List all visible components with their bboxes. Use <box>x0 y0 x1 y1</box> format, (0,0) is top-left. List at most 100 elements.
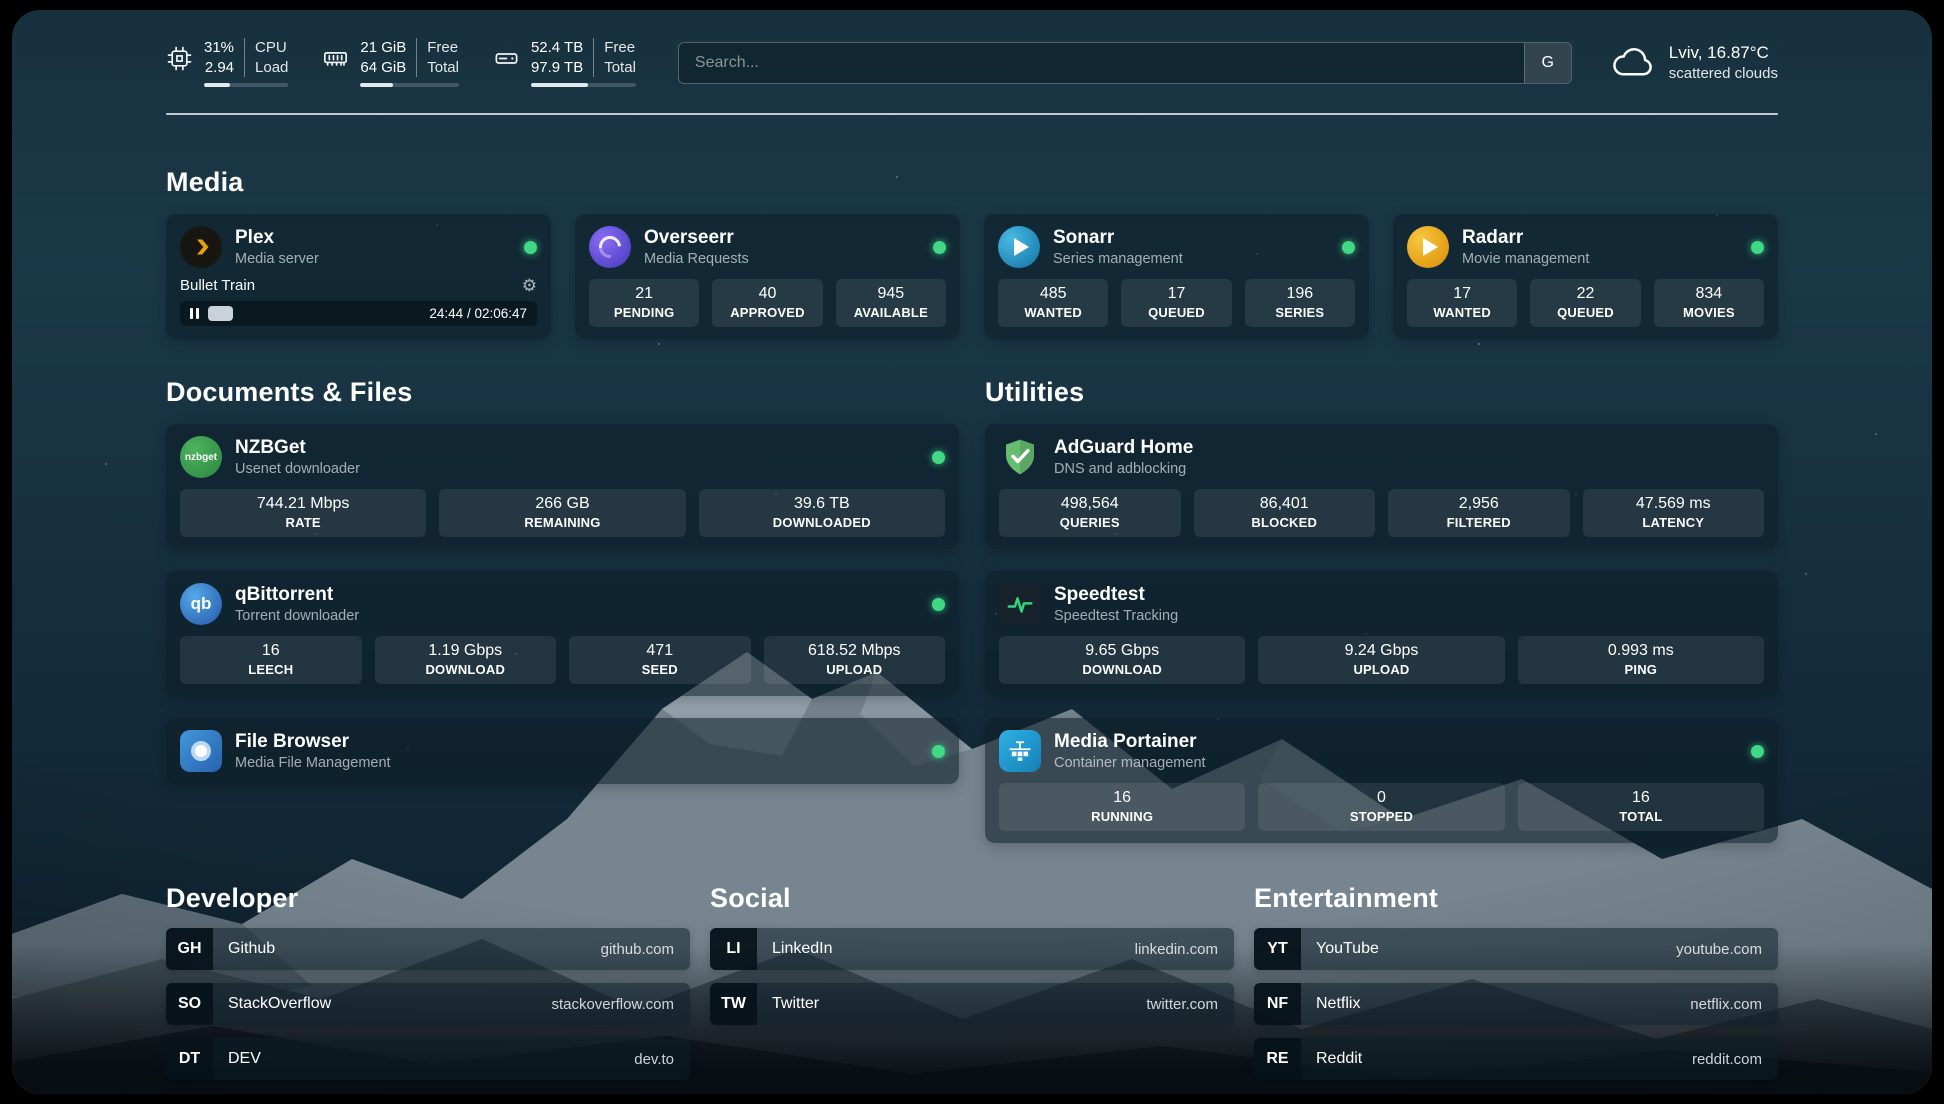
stat-label: QUEUED <box>1125 305 1227 320</box>
bookmark-name: StackOverflow <box>228 995 331 1013</box>
adguard-card[interactable]: AdGuard Home DNS and adblocking 498,564 … <box>985 424 1778 549</box>
app-subtitle: Container management <box>1054 755 1206 771</box>
weather-widget[interactable]: Lviv, 16.87°C scattered clouds <box>1610 43 1778 82</box>
header-divider <box>166 113 1778 115</box>
stat-label: RATE <box>184 515 422 530</box>
search-bar: G <box>678 42 1572 84</box>
bookmark-url: github.com <box>601 941 674 958</box>
nzbget-card[interactable]: nzbget NZBGet Usenet downloader 744.21 M… <box>166 424 959 549</box>
bookmark-url: youtube.com <box>1676 941 1762 958</box>
stat-label: APPROVED <box>716 305 818 320</box>
qbittorrent-icon-text: qb <box>191 594 212 614</box>
stat-value: 22 <box>1534 285 1636 303</box>
stat-label: PING <box>1522 662 1760 677</box>
bookmark-name: LinkedIn <box>772 940 833 958</box>
speedtest-card[interactable]: Speedtest Speedtest Tracking 9.65 Gbps D… <box>985 571 1778 696</box>
plex-card[interactable]: Plex Media server Bullet Train ⚙ <box>166 214 551 339</box>
bookmark-stackoverflow[interactable]: SO StackOverflow stackoverflow.com <box>166 983 690 1025</box>
nzbget-icon: nzbget <box>180 436 222 478</box>
app-name: AdGuard Home <box>1054 437 1193 459</box>
disk-free-value: 52.4 TB <box>531 38 583 58</box>
bookmark-linkedin[interactable]: LI LinkedIn linkedin.com <box>710 928 1234 970</box>
stat-label: AVAILABLE <box>840 305 942 320</box>
stat-upload: 9.24 Gbps UPLOAD <box>1258 636 1504 684</box>
cpu-usage-value: 31% <box>204 38 234 58</box>
cpu-progressbar <box>204 83 288 87</box>
stat-running: 16 RUNNING <box>999 783 1245 831</box>
bookmark-url: netflix.com <box>1690 996 1762 1013</box>
stat-value: 9.24 Gbps <box>1262 642 1500 660</box>
bookmark-github[interactable]: GH Github github.com <box>166 928 690 970</box>
stat-value: 266 GB <box>443 495 681 513</box>
stat-value: 47.569 ms <box>1587 495 1761 513</box>
total-label: Total <box>427 58 459 78</box>
cpu-metric: 31% 2.94 CPU Load <box>166 38 288 87</box>
documents-section: Documents & Files nzbget NZBGet Usenet d… <box>166 377 959 843</box>
disk-progressbar <box>531 83 636 87</box>
search-engine-button[interactable]: G <box>1524 43 1571 83</box>
weather-condition: scattered clouds <box>1669 65 1778 82</box>
bookmark-youtube[interactable]: YT YouTube youtube.com <box>1254 928 1778 970</box>
bookmark-dev[interactable]: DT DEV dev.to <box>166 1038 690 1080</box>
cpu-load-value: 2.94 <box>205 58 234 78</box>
qbittorrent-card[interactable]: qb qBittorrent Torrent downloader 16 <box>166 571 959 696</box>
app-subtitle: Series management <box>1053 251 1183 267</box>
radarr-icon <box>1407 226 1449 268</box>
stat-blocked: 86,401 BLOCKED <box>1194 489 1376 537</box>
overseerr-card[interactable]: Overseerr Media Requests 21 PENDING 40 A… <box>575 214 960 339</box>
dev-abbr-icon: DT <box>166 1038 213 1080</box>
adguard-shield-icon <box>999 436 1041 478</box>
bookmark-name: Netflix <box>1316 995 1360 1013</box>
stat-download: 1.19 Gbps DOWNLOAD <box>375 636 557 684</box>
total-label: Total <box>604 58 636 78</box>
cloud-icon <box>1610 46 1656 80</box>
stat-label: TOTAL <box>1522 809 1760 824</box>
overseerr-icon <box>589 226 631 268</box>
stat-label: UPLOAD <box>768 662 942 677</box>
stat-label: DOWNLOAD <box>379 662 553 677</box>
status-online-dot <box>932 745 945 758</box>
stat-value: 0.993 ms <box>1522 642 1760 660</box>
utilities-section-title: Utilities <box>985 377 1778 408</box>
filebrowser-card[interactable]: File Browser Media File Management <box>166 718 959 784</box>
sonarr-card[interactable]: Sonarr Series management 485 WANTED 17 Q… <box>984 214 1369 339</box>
status-online-dot <box>1751 745 1764 758</box>
social-section-title: Social <box>710 883 1234 914</box>
stat-value: 485 <box>1002 285 1104 303</box>
ram-progress-fill <box>360 83 393 87</box>
stat-value: 744.21 Mbps <box>184 495 422 513</box>
stat-label: STOPPED <box>1262 809 1500 824</box>
disk-progress-fill <box>531 83 588 87</box>
stat-value: 16 <box>1003 789 1241 807</box>
developer-section: Developer GH Github github.com SO StackO… <box>166 883 690 1080</box>
free-label: Free <box>604 38 636 58</box>
stat-value: 945 <box>840 285 942 303</box>
bookmark-netflix[interactable]: NF Netflix netflix.com <box>1254 983 1778 1025</box>
stat-value: 86,401 <box>1198 495 1372 513</box>
portainer-card[interactable]: Media Portainer Container management 16 … <box>985 718 1778 843</box>
bookmark-url: twitter.com <box>1146 996 1218 1013</box>
stackoverflow-abbr-icon: SO <box>166 983 213 1025</box>
stat-wanted: 485 WANTED <box>998 279 1108 327</box>
stat-value: 16 <box>1522 789 1760 807</box>
media-section-title: Media <box>166 167 1778 198</box>
speedtest-icon <box>999 583 1041 625</box>
pause-icon[interactable] <box>190 308 199 319</box>
stat-pending: 21 PENDING <box>589 279 699 327</box>
stat-value: 17 <box>1125 285 1227 303</box>
filebrowser-icon <box>180 730 222 772</box>
gear-icon[interactable]: ⚙ <box>522 277 537 294</box>
stat-label: FILTERED <box>1392 515 1566 530</box>
playback-time: 24:44 / 02:06:47 <box>429 306 527 321</box>
app-subtitle: Media Requests <box>644 251 749 267</box>
social-section: Social LI LinkedIn linkedin.com TW Twitt… <box>710 883 1234 1080</box>
search-input[interactable] <box>679 43 1524 83</box>
bookmark-twitter[interactable]: TW Twitter twitter.com <box>710 983 1234 1025</box>
ram-free-value: 21 GiB <box>360 38 406 58</box>
stat-value: 0 <box>1262 789 1500 807</box>
bookmark-reddit[interactable]: RE Reddit reddit.com <box>1254 1038 1778 1080</box>
stat-label: UPLOAD <box>1262 662 1500 677</box>
free-label: Free <box>427 38 459 58</box>
entertainment-section-title: Entertainment <box>1254 883 1778 914</box>
radarr-card[interactable]: Radarr Movie management 17 WANTED 22 QUE… <box>1393 214 1778 339</box>
